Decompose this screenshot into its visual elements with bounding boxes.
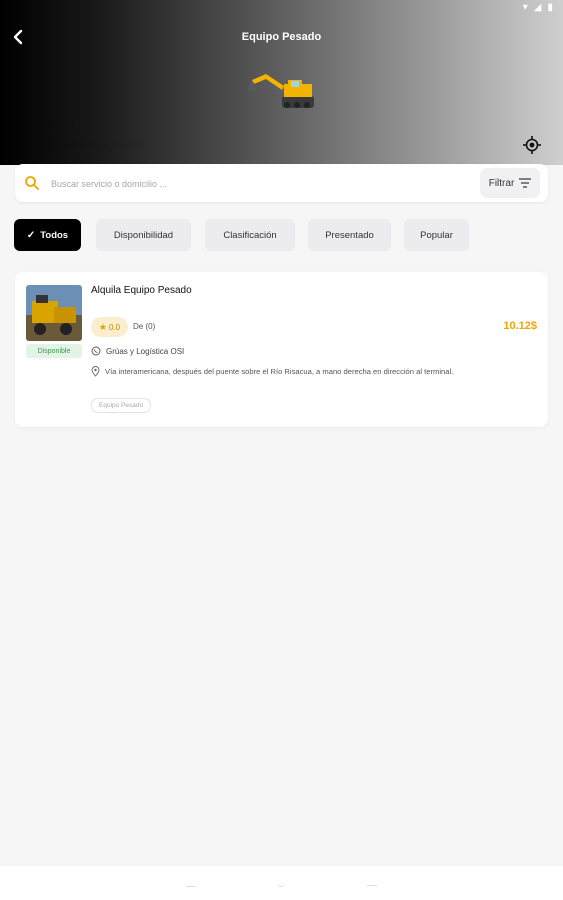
chip-label: Disponibilidad	[113, 229, 174, 241]
category-tag: Equipo Pesado	[91, 398, 152, 413]
excavator-illustration	[248, 74, 314, 108]
nav-recents-button[interactable]	[367, 885, 377, 886]
chip-label: Popular	[420, 229, 453, 241]
status-bar: ▾ ◢ ▮	[523, 2, 553, 13]
signal-icon: ◢	[533, 2, 542, 13]
whatsapp-icon	[91, 346, 101, 356]
search-bar: Filtrar	[15, 164, 548, 202]
star-icon: ★	[98, 321, 107, 332]
chip-todos[interactable]: ✓ Todos	[14, 219, 81, 251]
filter-button[interactable]: Filtrar	[480, 168, 540, 198]
listing-price: 10.12$	[503, 320, 537, 332]
locate-button[interactable]	[521, 134, 543, 156]
search-input[interactable]	[49, 173, 473, 195]
nav-back-button[interactable]	[186, 880, 196, 887]
availability-badge: Disponible	[26, 344, 82, 358]
location-pin-icon	[91, 366, 100, 377]
rating-badge: ★ 0.0	[91, 317, 128, 337]
chip-disponibilidad[interactable]: Disponibilidad	[96, 219, 191, 251]
chip-popular[interactable]: Popular	[404, 219, 469, 251]
page-title: Equipo Pesado	[241, 31, 322, 43]
chip-label: Clasificación	[223, 229, 277, 241]
check-icon: ✓	[26, 229, 36, 241]
provider-name: Grúas y Logística OSI	[106, 346, 185, 356]
system-nav-bar	[0, 866, 563, 900]
filter-label: Filtrar	[488, 177, 515, 189]
address-text: Vía interamericana, después del puente s…	[105, 367, 454, 376]
address-row: Vía interamericana, después del puente s…	[91, 366, 453, 377]
reviews-count: De (0)	[133, 322, 156, 331]
listing-thumbnail	[26, 285, 82, 341]
locate-icon	[523, 136, 541, 154]
chip-label: Todos	[40, 229, 69, 241]
header-subtitle: Alquila de Equipo Pesado	[40, 140, 144, 150]
header: ▾ ◢ ▮ Equipo Pesado Alquila de Equipo Pe…	[0, 0, 563, 165]
wifi-icon: ▾	[522, 2, 528, 13]
search-icon	[25, 176, 39, 190]
nav-home-button[interactable]	[277, 880, 285, 887]
listing-card[interactable]: Disponible Alquila Equipo Pesado ★ 0.0 D…	[15, 272, 548, 427]
chip-presentado[interactable]: Presentado	[308, 219, 391, 251]
listing-title: Alquila Equipo Pesado	[91, 285, 192, 296]
chip-clasificacion[interactable]: Clasificación	[205, 219, 295, 251]
rating-value: 0.0	[108, 322, 121, 332]
provider-row: Grúas y Logística OSI	[91, 346, 184, 356]
chip-label: Presentado	[325, 229, 374, 241]
filter-icon	[519, 178, 532, 188]
battery-icon: ▮	[547, 2, 553, 13]
